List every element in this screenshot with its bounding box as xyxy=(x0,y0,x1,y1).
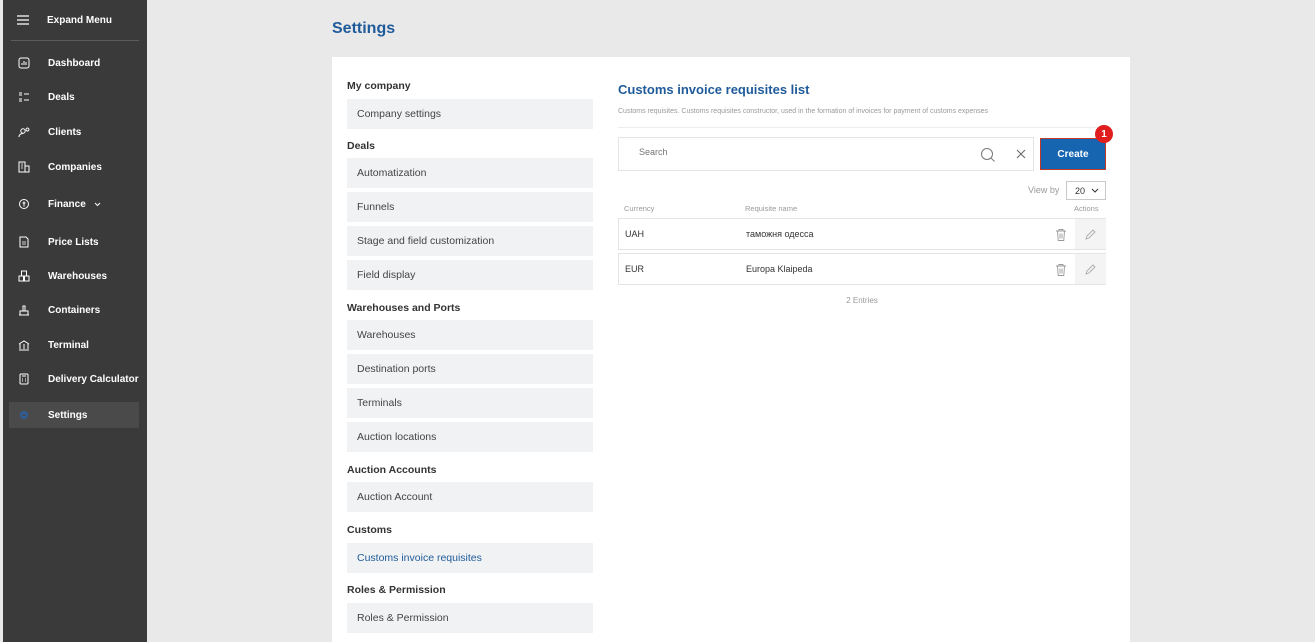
cell-currency: EUR xyxy=(625,264,645,274)
sidebar-item-clients[interactable]: Clients xyxy=(9,119,139,145)
nav-item-terminals[interactable]: Terminals xyxy=(347,388,593,418)
sidebar: Expand Menu Dashboard Deals Clients Comp… xyxy=(3,0,147,642)
gear-icon xyxy=(17,408,31,422)
terminal-icon xyxy=(17,338,31,352)
sidebar-item-companies[interactable]: Companies xyxy=(9,154,139,180)
sidebar-item-label: Deals xyxy=(48,91,75,103)
nav-group-deals: Deals xyxy=(347,140,376,152)
price-list-icon xyxy=(17,235,31,249)
expand-menu-label: Expand Menu xyxy=(47,14,113,26)
nav-group-customs: Customs xyxy=(347,524,392,536)
search-box xyxy=(618,137,1034,171)
cell-currency: UAH xyxy=(625,229,645,239)
sidebar-item-label: Dashboard xyxy=(48,57,101,69)
sidebar-item-label: Companies xyxy=(48,161,102,173)
cell-requisite-name: Europa Klaipeda xyxy=(746,264,813,274)
sidebar-item-finance[interactable]: Finance xyxy=(9,191,139,217)
nav-group-my-company: My company xyxy=(347,80,411,92)
view-by-label: View by xyxy=(1028,185,1060,195)
calculator-icon xyxy=(17,372,31,386)
companies-icon xyxy=(17,160,31,174)
sidebar-item-settings[interactable]: Settings xyxy=(9,402,139,428)
pencil-icon xyxy=(1084,228,1097,241)
finance-icon xyxy=(17,197,31,211)
warehouse-icon xyxy=(17,269,31,283)
trash-icon[interactable] xyxy=(1055,228,1067,247)
settings-panel: My company Company settings Deals Automa… xyxy=(332,57,1130,642)
sidebar-item-label: Finance xyxy=(48,198,86,210)
sidebar-item-deals[interactable]: Deals xyxy=(9,84,139,110)
content-divider xyxy=(618,127,1105,128)
sidebar-item-label: Warehouses xyxy=(48,270,108,282)
container-icon xyxy=(17,303,31,317)
create-button[interactable]: Create xyxy=(1040,138,1106,170)
trash-icon[interactable] xyxy=(1055,263,1067,282)
search-input[interactable] xyxy=(639,147,969,157)
cell-requisite-name: таможня одесса xyxy=(746,229,814,239)
close-icon[interactable] xyxy=(1014,147,1028,166)
sidebar-item-label: Delivery Calculator xyxy=(48,373,139,385)
entries-count: 2 Entries xyxy=(846,296,878,305)
nav-item-stage-field-customization[interactable]: Stage and field customization xyxy=(347,226,593,256)
nav-item-field-display[interactable]: Field display xyxy=(347,260,593,290)
chevron-down-icon xyxy=(1091,186,1099,196)
sidebar-item-warehouses[interactable]: Warehouses xyxy=(9,263,139,289)
nav-item-automatization[interactable]: Automatization xyxy=(347,158,593,188)
nav-item-funnels[interactable]: Funnels xyxy=(347,192,593,222)
search-icon[interactable] xyxy=(980,147,996,168)
deals-icon xyxy=(17,90,31,104)
edit-button[interactable] xyxy=(1075,254,1106,284)
content-title: Customs invoice requisites list xyxy=(618,82,810,97)
sidebar-item-label: Clients xyxy=(48,126,82,138)
sidebar-divider xyxy=(11,40,139,41)
sidebar-item-delivery-calculator[interactable]: Delivery Calculator xyxy=(9,366,139,392)
nav-item-customs-invoice-requisites[interactable]: Customs invoice requisites xyxy=(347,543,593,573)
view-by-value: 20 xyxy=(1075,185,1086,196)
nav-item-roles-permission[interactable]: Roles & Permission xyxy=(347,603,593,633)
sidebar-item-terminal[interactable]: Terminal xyxy=(9,332,139,358)
nav-item-auction-locations[interactable]: Auction locations xyxy=(347,422,593,452)
sidebar-item-price-lists[interactable]: Price Lists xyxy=(9,229,139,255)
nav-item-company-settings[interactable]: Company settings xyxy=(347,99,593,129)
sidebar-item-label: Containers xyxy=(48,304,101,316)
nav-item-destination-ports[interactable]: Destination ports xyxy=(347,354,593,384)
nav-item-warehouses[interactable]: Warehouses xyxy=(347,320,593,350)
sidebar-item-dashboard[interactable]: Dashboard xyxy=(9,50,139,76)
pencil-icon xyxy=(1084,263,1097,276)
hamburger-icon xyxy=(17,15,29,25)
sidebar-item-label: Settings xyxy=(48,409,88,421)
edit-button[interactable] xyxy=(1075,219,1106,249)
step-badge: 1 xyxy=(1095,125,1113,143)
column-header-currency: Currency xyxy=(624,204,655,213)
column-header-requisite-name: Requisite name xyxy=(745,204,798,213)
table-row[interactable]: EUR Europa Klaipeda xyxy=(618,253,1106,285)
sidebar-item-label: Terminal xyxy=(48,339,89,351)
content-description: Customs requisites. Customs requisites c… xyxy=(618,108,988,115)
column-header-actions: Actions xyxy=(1074,204,1099,213)
nav-group-auction-accounts: Auction Accounts xyxy=(347,464,437,476)
clients-icon xyxy=(17,125,31,139)
page-title: Settings xyxy=(332,20,396,37)
sidebar-item-label: Price Lists xyxy=(48,236,99,248)
sidebar-item-containers[interactable]: Containers xyxy=(9,297,139,323)
nav-item-auction-account[interactable]: Auction Account xyxy=(347,482,593,512)
expand-menu-button[interactable]: Expand Menu xyxy=(3,0,147,40)
view-by-select[interactable]: 20 xyxy=(1066,181,1106,200)
nav-group-warehouses-ports: Warehouses and Ports xyxy=(347,302,461,314)
chevron-down-icon xyxy=(94,199,101,209)
table-row[interactable]: UAH таможня одесса xyxy=(618,218,1106,250)
nav-group-roles-permission: Roles & Permission xyxy=(347,584,446,596)
dashboard-icon xyxy=(17,56,31,70)
